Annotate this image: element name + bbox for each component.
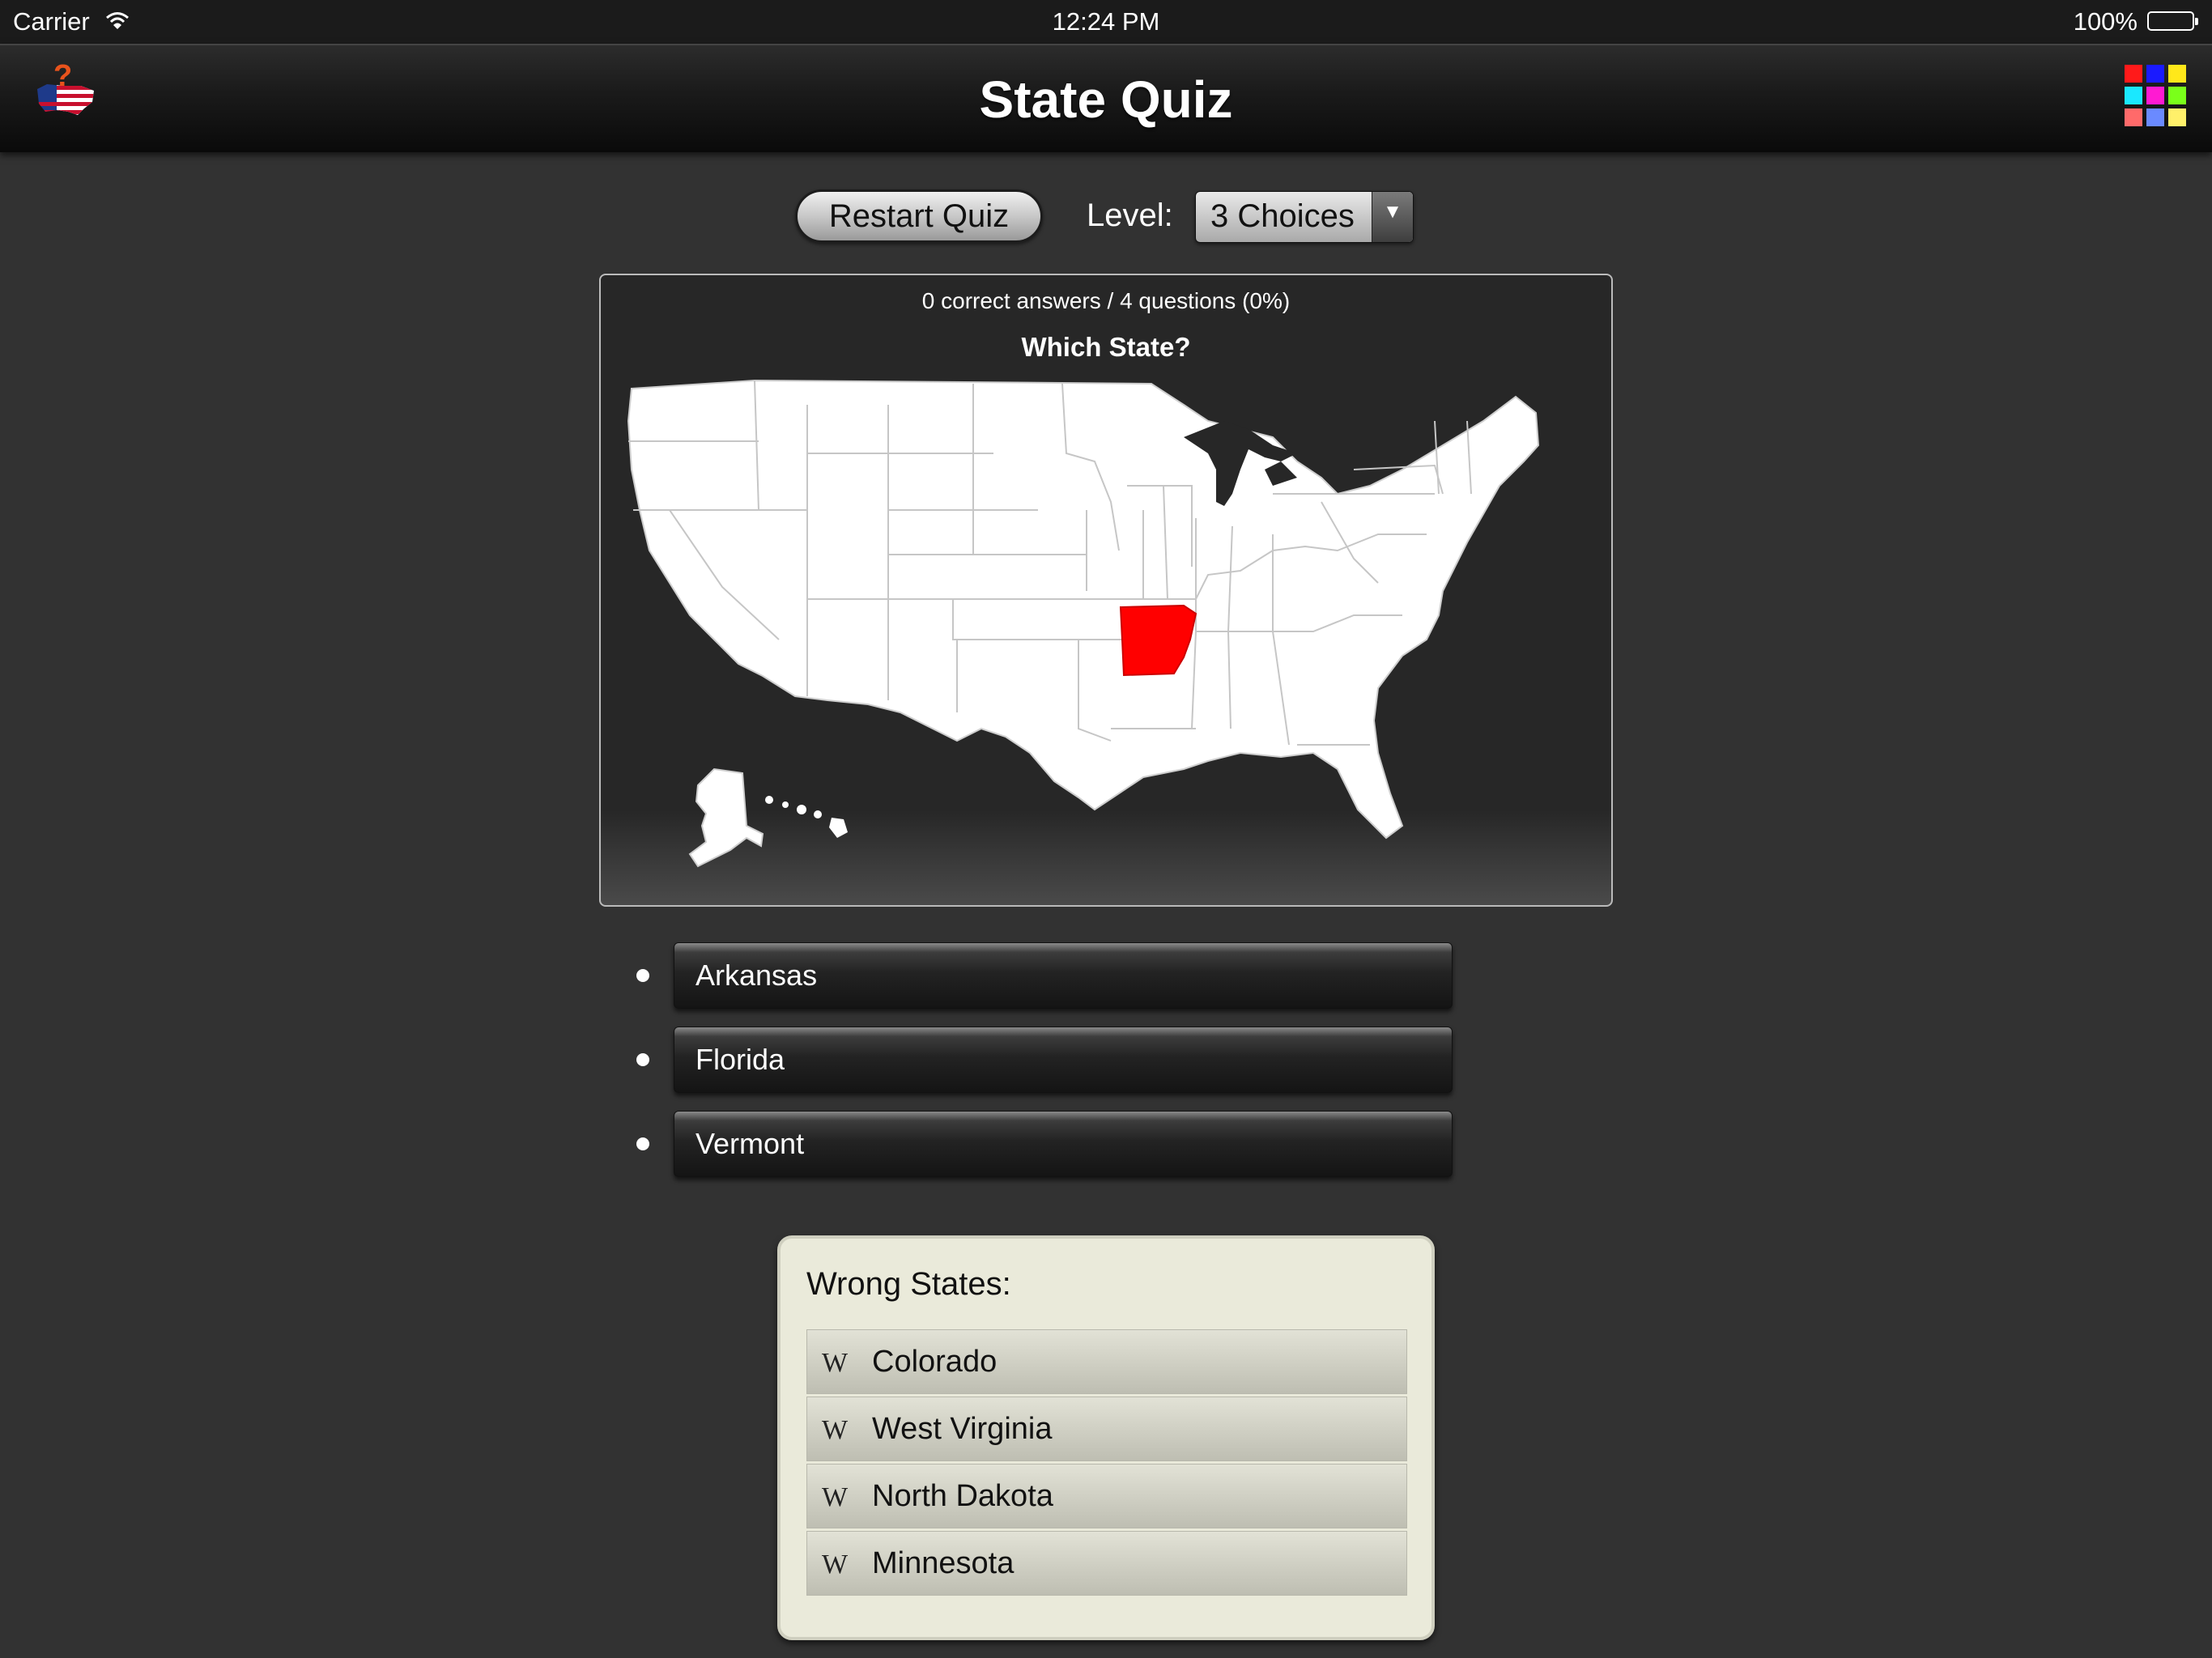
score-text: 0 correct answers / 4 questions (0%) xyxy=(921,288,1291,313)
bullet-icon xyxy=(636,1137,649,1150)
grid-cell xyxy=(2125,65,2142,83)
dropdown-arrow-icon[interactable]: ▼ xyxy=(1372,192,1413,242)
wrong-states-panel: Wrong States: W Colorado W West Virginia… xyxy=(777,1235,1435,1640)
page-title: State Quiz xyxy=(979,70,1233,129)
clock: 12:24 PM xyxy=(1052,7,1160,36)
level-label: Level: xyxy=(1087,198,1173,233)
wikipedia-icon[interactable]: W xyxy=(822,1550,848,1580)
answer-button-arkansas[interactable]: Arkansas xyxy=(674,942,1453,1009)
color-grid-icon[interactable] xyxy=(2125,65,2186,126)
grid-cell xyxy=(2146,87,2164,104)
wrong-state-item[interactable]: W Minnesota xyxy=(806,1531,1407,1596)
answer-button-florida[interactable]: Florida xyxy=(674,1027,1453,1093)
grid-cell xyxy=(2146,65,2164,83)
wikipedia-icon[interactable]: W xyxy=(822,1348,848,1379)
answer-button-vermont[interactable]: Vermont xyxy=(674,1111,1453,1177)
wikipedia-icon[interactable]: W xyxy=(822,1415,848,1446)
question-text: Which State? xyxy=(1021,332,1191,362)
restart-quiz-button[interactable]: Restart Quiz xyxy=(795,189,1043,243)
wrong-states-list: W Colorado W West Virginia W North Dakot… xyxy=(806,1329,1407,1598)
status-bar: Carrier 12:24 PM 100% xyxy=(0,0,2212,44)
grid-cell xyxy=(2125,108,2142,126)
battery-percent: 100% xyxy=(2073,7,2138,36)
answer-choice: Florida xyxy=(636,1027,1454,1095)
grid-cell xyxy=(2168,108,2186,126)
wrong-state-name: West Virginia xyxy=(872,1412,1053,1446)
hawaii-shapes xyxy=(765,796,848,838)
bullet-icon xyxy=(636,1053,649,1066)
answer-choice: Arkansas xyxy=(636,942,1454,1010)
battery-icon xyxy=(2147,11,2198,31)
answer-choice: Vermont xyxy=(636,1111,1454,1179)
level-select[interactable]: 3 Choices ▼ xyxy=(1195,191,1414,243)
wrong-state-name: Minnesota xyxy=(872,1546,1015,1580)
wrong-states-title: Wrong States: xyxy=(806,1266,1011,1302)
level-select-value: 3 Choices xyxy=(1210,198,1355,234)
wrong-state-item[interactable]: W West Virginia xyxy=(806,1397,1407,1461)
grid-cell xyxy=(2146,108,2164,126)
wrong-state-name: North Dakota xyxy=(872,1479,1053,1513)
nav-bar: ? State Quiz xyxy=(0,44,2212,152)
grid-cell xyxy=(2168,65,2186,83)
wrong-state-item[interactable]: W North Dakota xyxy=(806,1464,1407,1528)
wrong-state-name: Colorado xyxy=(872,1345,998,1379)
grid-cell xyxy=(2168,87,2186,104)
grid-cell xyxy=(2125,87,2142,104)
map-panel: 0 correct answers / 4 questions (0%) Whi… xyxy=(599,274,1613,907)
bullet-icon xyxy=(636,969,649,982)
wikipedia-icon[interactable]: W xyxy=(822,1482,848,1513)
contiguous-us-outline xyxy=(627,379,1540,840)
wrong-state-item[interactable]: W Colorado xyxy=(806,1329,1407,1394)
alaska-shape xyxy=(688,767,764,868)
us-map xyxy=(627,379,1540,868)
